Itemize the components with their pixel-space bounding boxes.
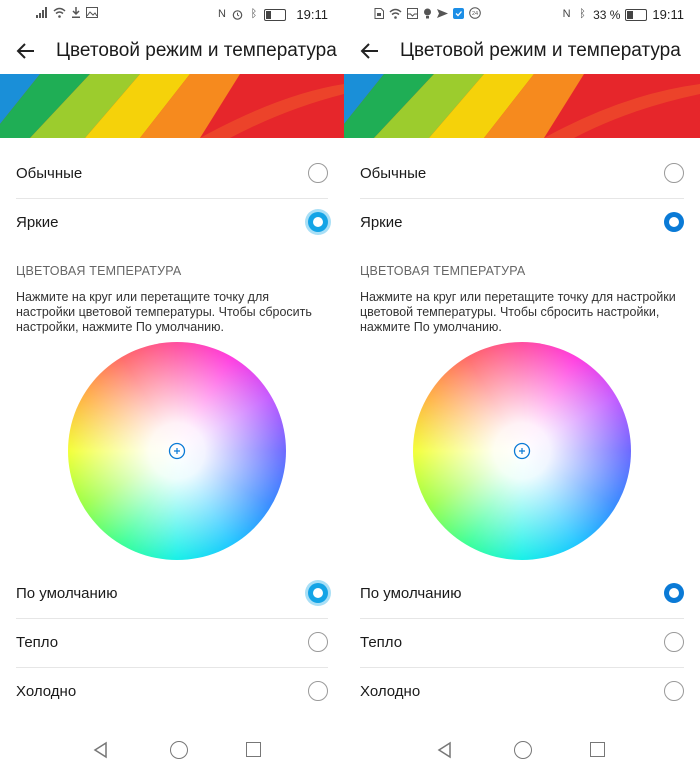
nfc-icon: N	[562, 8, 571, 20]
color-wheel[interactable]	[68, 342, 286, 560]
nav-back-icon[interactable]	[436, 741, 454, 759]
option-cold-label: Холодно	[16, 683, 77, 700]
option-vivid-row[interactable]: Яркие	[16, 199, 328, 247]
radio-warm[interactable]	[664, 632, 684, 652]
radio-warm[interactable]	[308, 632, 328, 652]
battery-percent: 33 %	[593, 7, 621, 22]
radio-normal[interactable]	[308, 163, 328, 183]
bluetooth-icon: ᛒ	[250, 8, 258, 20]
nav-recent-icon[interactable]	[246, 742, 261, 757]
screen-right: 24 N ᛒ 33 % 19:11 Цветовой режим и темпе…	[344, 0, 700, 770]
nfc-icon: N	[217, 8, 226, 20]
alarm-icon	[233, 10, 243, 20]
svg-text:24: 24	[472, 11, 478, 17]
signal-icon	[36, 7, 47, 18]
radio-default[interactable]	[308, 583, 328, 603]
description-text: Нажмите на круг или перетащите точку для…	[360, 290, 676, 334]
option-cold-label: Холодно	[360, 683, 421, 700]
section-title: ЦВЕТОВАЯ ТЕМПЕРАТУРА	[360, 264, 526, 278]
option-cold-row[interactable]: Холодно	[360, 668, 684, 716]
download-icon	[72, 7, 80, 18]
option-default-label: По умолчанию	[16, 585, 118, 602]
option-warm-row[interactable]: Тепло	[16, 619, 328, 667]
option-default-row[interactable]: По умолчанию	[16, 570, 328, 618]
option-warm-label: Тепло	[360, 634, 403, 651]
option-normal-row[interactable]: Обычные	[360, 150, 684, 198]
status-bar: N ᛒ 19:11	[0, 0, 344, 28]
tray-icon	[407, 7, 418, 19]
option-default-row[interactable]: По умолчанию	[360, 570, 684, 618]
app-icon	[453, 7, 464, 19]
status-icons-right: N ᛒ 33 % 19:11	[561, 7, 684, 22]
status-time: 19:11	[652, 7, 684, 22]
status-icons-left: 24	[374, 7, 481, 19]
nav-back-icon[interactable]	[92, 741, 110, 759]
option-vivid-label: Яркие	[360, 214, 403, 231]
nav-home-icon[interactable]	[170, 741, 188, 759]
rainbow-banner	[0, 74, 344, 138]
nav-recent-icon[interactable]	[590, 742, 605, 757]
option-cold-row[interactable]: Холодно	[16, 668, 328, 716]
nav-home-icon[interactable]	[514, 741, 532, 759]
section-title: ЦВЕТОВАЯ ТЕМПЕРАТУРА	[16, 264, 182, 278]
radio-default[interactable]	[664, 583, 684, 603]
option-normal-label: Обычные	[16, 165, 83, 182]
radio-vivid[interactable]	[664, 212, 684, 232]
option-default-label: По умолчанию	[360, 585, 462, 602]
app-bar: Цветовой режим и температура	[344, 28, 700, 74]
page-title: Цветовой режим и температура	[56, 40, 337, 61]
wifi-icon	[53, 7, 66, 18]
battery-icon	[264, 8, 287, 21]
radio-cold[interactable]	[308, 681, 328, 701]
radio-normal[interactable]	[664, 163, 684, 183]
option-warm-label: Тепло	[16, 634, 59, 651]
status-bar: 24 N ᛒ 33 % 19:11	[344, 0, 700, 28]
option-normal-row[interactable]: Обычные	[16, 150, 328, 198]
sim-icon	[374, 7, 384, 19]
option-normal-label: Обычные	[360, 165, 427, 182]
wifi-icon	[389, 8, 402, 19]
option-warm-row[interactable]: Тепло	[360, 619, 684, 667]
battery-icon	[625, 8, 648, 21]
color-wheel[interactable]	[413, 342, 631, 560]
badge-24-icon: 24	[469, 7, 481, 19]
bulb-icon	[424, 8, 431, 18]
status-icons-right: N ᛒ 19:11	[216, 7, 328, 22]
rainbow-banner	[344, 74, 700, 138]
crosshair-cursor-icon[interactable]	[168, 442, 186, 460]
status-icons-left	[36, 7, 98, 18]
navigation-bar	[0, 732, 344, 768]
back-arrow-icon[interactable]	[12, 37, 40, 65]
screen-left: N ᛒ 19:11 Цветовой режим и температура О…	[0, 0, 344, 770]
image-icon	[86, 7, 98, 18]
status-time: 19:11	[296, 7, 328, 22]
bluetooth-icon: ᛒ	[579, 8, 586, 20]
option-vivid-row[interactable]: Яркие	[360, 199, 684, 247]
back-arrow-icon[interactable]	[356, 37, 384, 65]
option-vivid-label: Яркие	[16, 214, 59, 231]
radio-cold[interactable]	[664, 681, 684, 701]
page-title: Цветовой режим и температура	[400, 40, 681, 61]
app-bar: Цветовой режим и температура	[0, 28, 344, 74]
radio-vivid[interactable]	[308, 212, 328, 232]
send-icon	[437, 8, 448, 18]
crosshair-cursor-icon[interactable]	[513, 442, 531, 460]
navigation-bar	[344, 732, 700, 768]
description-text: Нажмите на круг или перетащите точку для…	[16, 290, 312, 334]
